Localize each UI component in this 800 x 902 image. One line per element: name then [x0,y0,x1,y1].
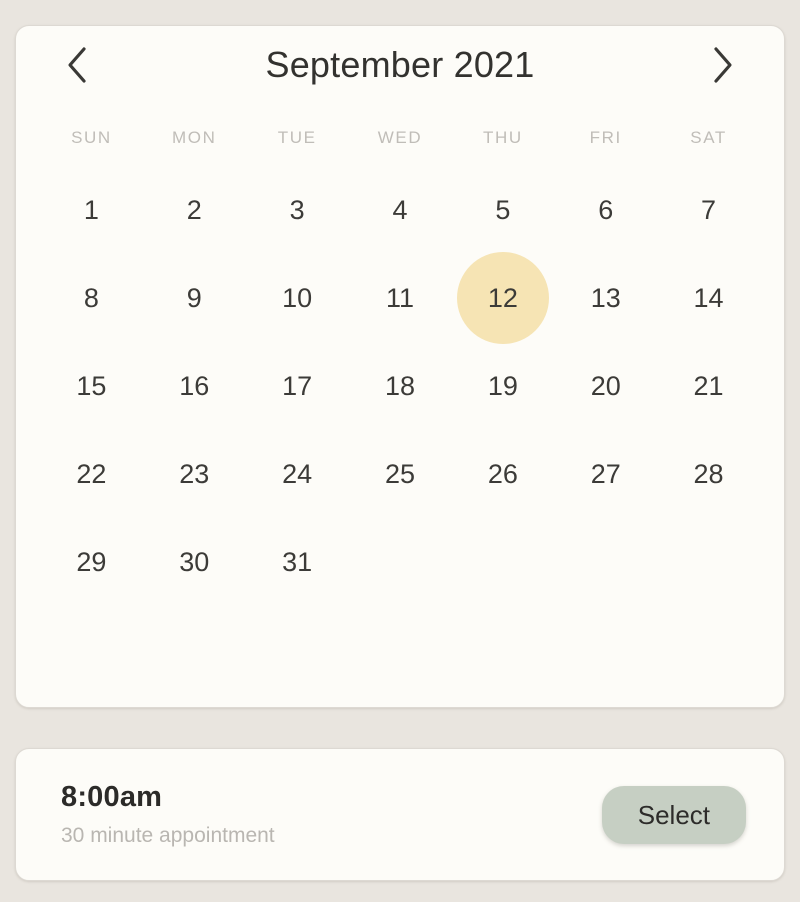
day-cell[interactable]: 1 [40,166,143,254]
day-cell[interactable]: 31 [246,518,349,606]
day-cell[interactable]: 30 [143,518,246,606]
day-cell[interactable]: 25 [349,430,452,518]
day-cell[interactable]: 9 [143,254,246,342]
day-number: 1 [83,194,99,225]
day-cell[interactable]: 27 [554,430,657,518]
weekday-label-sun: SUN [71,128,112,147]
calendar-booking-page: September 2021 SUN MON TUE WED THU FRI SAT 123… [0,0,800,902]
day-number: 31 [282,546,313,577]
appointment-description: 30 minute appointment [61,823,275,847]
day-number: 27 [590,458,621,489]
chevron-right-icon [710,45,736,85]
calendar-card: September 2021 SUN MON TUE WED THU FRI SAT 123… [15,25,785,708]
weekday-label-mon: MON [172,128,217,147]
day-cell[interactable]: 23 [143,430,246,518]
previous-month-button[interactable] [54,42,100,88]
appointment-card: 8:00am 30 minute appointment Select [15,748,785,881]
day-cell[interactable]: 18 [349,342,452,430]
weekday-label-thu: THU [482,128,523,147]
day-number: 6 [598,194,614,225]
day-number: 16 [179,370,210,401]
day-number: 5 [495,194,511,225]
day-number: 10 [282,282,313,313]
day-cell[interactable]: 20 [554,342,657,430]
day-number: 24 [282,458,313,489]
day-cell[interactable]: 29 [40,518,143,606]
month-year-title: September 2021 [265,44,535,85]
day-number: 8 [83,282,99,313]
day-cell[interactable]: 2 [143,166,246,254]
day-cell[interactable]: 21 [657,342,760,430]
day-cell[interactable]: 17 [246,342,349,430]
day-number: 19 [487,370,518,401]
appointment-info: 8:00am 30 minute appointment [61,781,275,847]
calendar-header: September 2021 [16,26,784,104]
weekday-label-wed: WED [377,128,423,147]
day-cell[interactable]: 10 [246,254,349,342]
weekday-header-row: SUN MON TUE WED THU FRI SAT [16,128,784,148]
day-number: 14 [693,282,724,313]
day-number: 12 [487,282,518,313]
day-number: 28 [693,458,724,489]
day-number: 15 [76,370,107,401]
weekday-label-sat: SAT [690,128,727,147]
chevron-left-icon [64,45,90,85]
days-grid: 1 2 3 4 5 6 7 8 9 10 11 12 13 14 15 16 17 18 19 20 21 22 23 24 2… [16,166,784,606]
day-cell[interactable]: 6 [554,166,657,254]
day-number: 4 [392,194,408,225]
next-month-button[interactable] [700,42,746,88]
weekday-label-fri: FRI [589,128,622,147]
day-cell[interactable]: 14 [657,254,760,342]
day-cell[interactable]: 16 [143,342,246,430]
day-cell[interactable]: 26 [451,430,554,518]
day-cell[interactable]: 12 [451,252,554,344]
day-number: 22 [76,458,107,489]
day-cell[interactable]: 24 [246,430,349,518]
day-number: 17 [282,370,313,401]
day-number: 2 [186,194,202,225]
day-cell[interactable]: 15 [40,342,143,430]
day-number: 3 [289,194,305,225]
day-number: 7 [701,194,717,225]
day-cell[interactable]: 3 [246,166,349,254]
day-number: 13 [590,282,621,313]
day-number: 11 [385,282,414,313]
day-cell[interactable]: 19 [451,342,554,430]
day-cell[interactable]: 22 [40,430,143,518]
day-number: 26 [487,458,518,489]
day-number: 25 [384,458,416,489]
day-number: 20 [590,370,621,401]
day-number: 9 [186,282,202,313]
day-number: 29 [76,546,107,577]
day-cell[interactable]: 7 [657,166,760,254]
day-number: 18 [384,370,416,401]
day-cell[interactable]: 5 [451,166,554,254]
appointment-time: 8:00am [61,781,163,814]
day-cell[interactable]: 8 [40,254,143,342]
day-cell[interactable]: 11 [349,254,452,342]
weekday-label-tue: TUE [277,128,317,147]
day-cell[interactable]: 13 [554,254,657,342]
day-number: 21 [693,370,724,401]
select-button[interactable]: Select [601,785,746,844]
day-cell[interactable]: 28 [657,430,760,518]
day-cell[interactable]: 4 [349,166,452,254]
day-number: 30 [179,546,210,577]
day-number: 23 [179,458,210,489]
